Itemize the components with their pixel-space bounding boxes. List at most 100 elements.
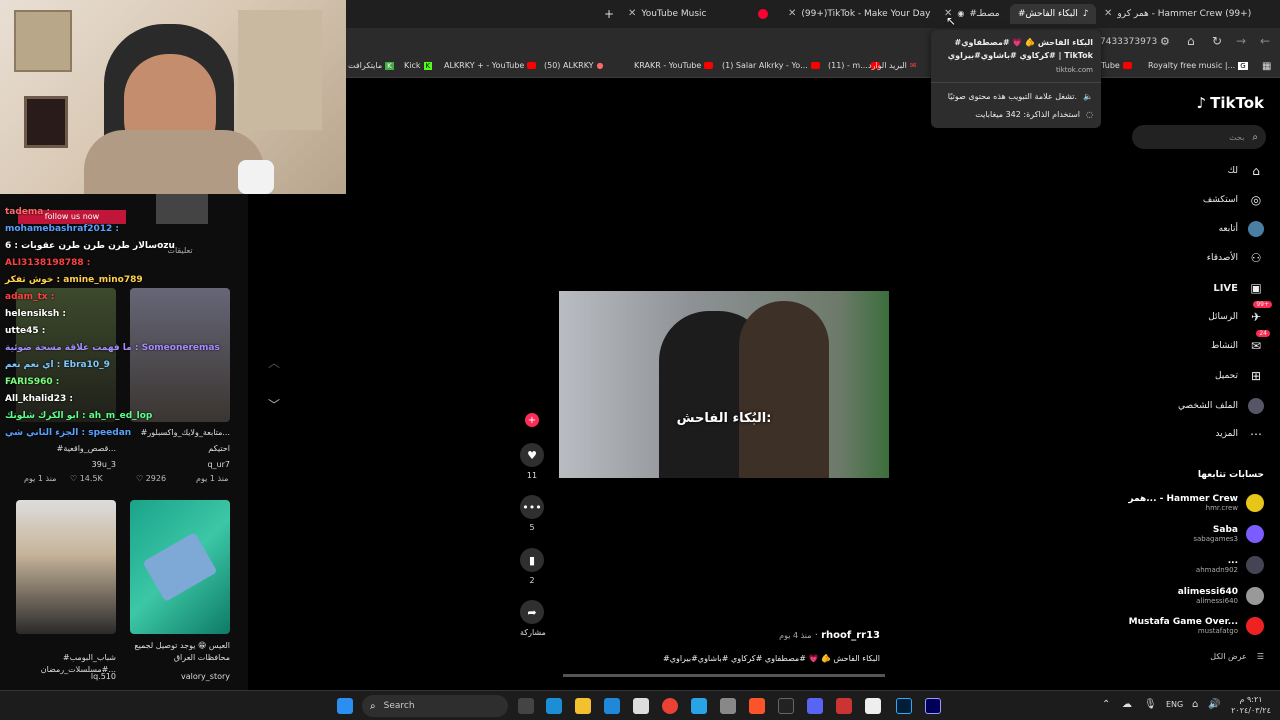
- avatar: [1246, 494, 1264, 512]
- youtube-favicon-icon: [704, 62, 714, 69]
- address-text[interactable]: 7433373973: [1100, 37, 1157, 47]
- close-icon[interactable]: ✕: [628, 4, 636, 24]
- capcut-icon[interactable]: [778, 698, 794, 714]
- windows-start-icon[interactable]: [337, 698, 353, 714]
- bookmarks-folder-icon[interactable]: ▦: [1262, 61, 1271, 72]
- network-icon[interactable]: ⌂: [1192, 699, 1198, 710]
- card-user[interactable]: 39u_3: [16, 460, 116, 469]
- bookmark-item[interactable]: Kick K: [404, 61, 433, 70]
- follow-author-button[interactable]: +: [520, 413, 544, 427]
- share-button[interactable]: ➦ مشاركة: [520, 600, 546, 637]
- new-tab-button[interactable]: +: [604, 4, 614, 24]
- app-icon[interactable]: [865, 698, 881, 714]
- nav-explore[interactable]: استكشف ◎: [1203, 189, 1264, 211]
- chrome-icon[interactable]: [662, 698, 678, 714]
- youtube-favicon-icon: [810, 62, 820, 69]
- taskbar-search[interactable]: ⌕ Search: [362, 695, 508, 717]
- list-icon: ☰: [1256, 652, 1264, 661]
- tab-hammer-crew[interactable]: ✕ همر كرو - Hammer Crew (99+) ♪: [1104, 4, 1254, 24]
- tray-chevron-icon[interactable]: ⌃: [1102, 699, 1110, 710]
- author-name[interactable]: rhoof_rr13: [821, 630, 880, 641]
- following-section-title: حسابات تتابعها: [1197, 470, 1264, 480]
- cloud-icon[interactable]: ☁: [1122, 699, 1132, 710]
- chat-message: خوش تفكر : amine_mino789: [5, 275, 143, 285]
- bookmark-item[interactable]: KRAKR - YouTube: [634, 61, 714, 70]
- followed-account[interactable]: Mustafa Game Over... mustafatgo: [1129, 617, 1264, 635]
- comment-button[interactable]: ••• 5: [520, 495, 544, 532]
- card-user[interactable]: valory_story: [130, 672, 230, 681]
- nav-following[interactable]: أتابعه: [1219, 218, 1264, 240]
- home-icon[interactable]: ⌂: [1187, 34, 1195, 48]
- settings-icon[interactable]: [720, 698, 736, 714]
- card-caption: #متابعة_ولايك_واكسبلور...: [140, 428, 230, 437]
- followed-account[interactable]: ... ahmadn902: [1196, 556, 1264, 574]
- tune-icon[interactable]: ⚙: [1160, 35, 1170, 48]
- discord-icon[interactable]: [807, 698, 823, 714]
- followed-account[interactable]: Saba sabagames3: [1193, 525, 1264, 543]
- audio-playing-icon: ◉: [957, 9, 965, 18]
- brave-icon[interactable]: [749, 698, 765, 714]
- nav-upload[interactable]: تحميل ⊞: [1215, 365, 1264, 387]
- nav-live[interactable]: LIVE ▣: [1213, 277, 1264, 299]
- followed-account[interactable]: alimessi640 alimessi640: [1178, 587, 1264, 605]
- close-icon[interactable]: ✕: [1104, 4, 1112, 24]
- app-icon[interactable]: [836, 698, 852, 714]
- avatar: [1246, 587, 1264, 605]
- task-view-icon[interactable]: [518, 698, 534, 714]
- bookmark-item[interactable]: البريد الوارد ✉: [868, 61, 917, 70]
- file-explorer-icon[interactable]: [575, 698, 591, 714]
- store-icon[interactable]: [633, 698, 649, 714]
- nav-messages[interactable]: الرسائل ✈ 99+: [1208, 301, 1272, 328]
- video-thumbnail[interactable]: [130, 288, 230, 422]
- premiere-icon[interactable]: [925, 698, 941, 714]
- nav-for-you[interactable]: لك ⌂: [1228, 160, 1264, 182]
- chat-message: الجزء الثاني شي : speedan: [5, 428, 132, 438]
- card-user[interactable]: q_ur7: [130, 460, 230, 469]
- tiktok-logo[interactable]: ♪ TikTok: [1197, 94, 1264, 112]
- tab-youtube-music[interactable]: ✕ YouTube Music: [628, 4, 768, 24]
- search-icon[interactable]: ⌕: [1252, 132, 1258, 143]
- forward-icon[interactable]: →: [1236, 34, 1246, 48]
- save-button[interactable]: ▮ 2: [520, 548, 544, 585]
- tab-active-video[interactable]: #البكاء الفاحش ♪: [1010, 4, 1096, 24]
- bookmark-item[interactable]: مايتكرافت K: [348, 61, 394, 70]
- nav-friends[interactable]: الأصدقاء ⚇: [1207, 247, 1264, 269]
- bookmark-item[interactable]: uTube: [1096, 61, 1132, 70]
- bookmark-item[interactable]: (1) Salar Alkrky - Yo...: [722, 61, 820, 70]
- copilot-icon[interactable]: [546, 698, 562, 714]
- chat-message: ما فهمت علاقة مسحة ضوئية : Someoneremas: [5, 343, 220, 353]
- volume-icon[interactable]: 🔊: [1208, 699, 1220, 710]
- reload-icon[interactable]: ↻: [1212, 34, 1222, 48]
- scroll-up-icon[interactable]: ︿: [264, 354, 284, 374]
- wall-plaque-image: [24, 96, 68, 148]
- close-icon[interactable]: ✕: [788, 4, 796, 24]
- nav-activity[interactable]: النشاط ✉ 24: [1211, 330, 1270, 357]
- video-thumbnail[interactable]: [16, 500, 116, 634]
- see-all-link[interactable]: عرض الكل ☰: [1210, 652, 1264, 661]
- card-user[interactable]: lq.510: [16, 672, 116, 681]
- clock[interactable]: ٩:٢١ م ٢٠٢٤/٠٣/٢٤: [1226, 694, 1276, 716]
- video-thumbnail[interactable]: [156, 194, 208, 224]
- video-player[interactable]: البُكاء الفاحش:: [559, 291, 889, 478]
- bookmark-item[interactable]: (50) ALKRKY ●: [544, 61, 604, 70]
- bookmark-item[interactable]: Royalty free music |... G: [1148, 61, 1248, 70]
- search-input[interactable]: بحث ⌕: [1132, 125, 1266, 149]
- back-icon[interactable]: ←: [1260, 34, 1270, 48]
- bookmark-icon: ▮: [520, 548, 544, 572]
- nav-more[interactable]: المزيد ⋯: [1215, 423, 1264, 445]
- telegram-icon[interactable]: [691, 698, 707, 714]
- bookmark-item[interactable]: ALKRKY + - YouTube: [444, 61, 537, 70]
- tab-tiktok-home[interactable]: ✕ (99+)TikTok - Make Your Day ♪: [788, 4, 934, 24]
- edge-icon[interactable]: [604, 698, 620, 714]
- language-indicator[interactable]: ENG: [1166, 700, 1183, 709]
- tab-hover-audio-row: تشغل علامة التبويب هذه محتوى صوتيًا. 🔈: [947, 92, 1093, 101]
- followed-account[interactable]: همر... - Hammer Crew hmr.crew: [1128, 494, 1264, 512]
- home-icon: ⌂: [1252, 164, 1260, 178]
- chat-message: utte45 :: [5, 326, 46, 336]
- photoshop-icon[interactable]: [896, 698, 912, 714]
- nav-profile[interactable]: الملف الشخصي: [1178, 395, 1264, 417]
- like-button[interactable]: ♥ 11: [520, 443, 544, 480]
- video-progress-bar[interactable]: [563, 674, 885, 677]
- scroll-down-icon[interactable]: ﹀: [264, 396, 284, 416]
- microphone-icon[interactable]: 🎙: [1144, 699, 1157, 710]
